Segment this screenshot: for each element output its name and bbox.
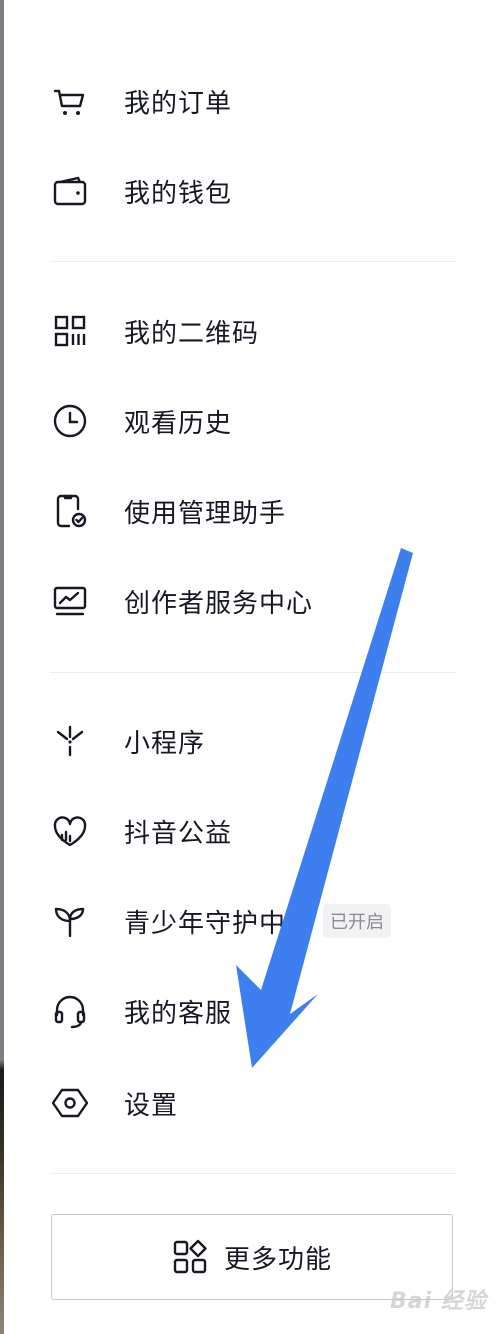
wallet-icon (52, 173, 88, 209)
menu-label-charity: 抖音公益 (124, 818, 233, 849)
menu-item-wallet[interactable]: 我的钱包 (52, 166, 432, 216)
divider (50, 1173, 456, 1174)
apps-icon (172, 1239, 208, 1275)
divider (50, 261, 456, 262)
menu-item-youth-mode[interactable]: 青少年守护中心 已开启 (52, 896, 432, 946)
menu-label-wallet: 我的钱包 (124, 178, 233, 209)
more-features-label: 更多功能 (223, 1244, 332, 1275)
menu-label-usage-assistant: 使用管理助手 (124, 498, 287, 529)
menu-label-customer-service: 我的客服 (124, 998, 233, 1029)
menu-item-customer-service[interactable]: 我的客服 (52, 986, 432, 1036)
menu-label-mini-programs: 小程序 (124, 728, 206, 759)
heart-icon (52, 813, 88, 849)
menu-label-history: 观看历史 (124, 408, 233, 439)
shopping-cart-icon (52, 83, 88, 119)
menu-item-settings[interactable]: 设置 (52, 1078, 432, 1128)
divider (50, 672, 456, 673)
menu-item-mini-programs[interactable]: 小程序 (52, 716, 432, 766)
headset-icon (52, 993, 88, 1029)
clock-icon (52, 403, 88, 439)
mini-program-icon (52, 723, 88, 759)
sprout-icon (52, 903, 88, 939)
menu-label-creator-center: 创作者服务中心 (124, 588, 314, 619)
menu-label-youth-mode: 青少年守护中心 (124, 908, 314, 939)
qrcode-icon (52, 313, 88, 349)
status-badge: 已开启 (323, 904, 392, 938)
menu-item-orders[interactable]: 我的订单 (52, 76, 432, 126)
menu-label-settings: 设置 (124, 1090, 179, 1121)
gear-icon (52, 1085, 88, 1121)
phone-check-icon (52, 493, 88, 529)
menu-item-history[interactable]: 观看历史 (52, 396, 432, 446)
monitor-chart-icon (52, 583, 88, 619)
menu-label-qrcode: 我的二维码 (124, 318, 260, 349)
menu-item-usage-assistant[interactable]: 使用管理助手 (52, 486, 432, 536)
menu-item-charity[interactable]: 抖音公益 (52, 806, 432, 856)
menu-label-orders: 我的订单 (124, 88, 233, 119)
watermark: Bai 经验 (390, 1289, 487, 1314)
menu-item-creator-center[interactable]: 创作者服务中心 (52, 576, 432, 626)
menu-item-qrcode[interactable]: 我的二维码 (52, 306, 432, 356)
background-overlay-edge (0, 0, 4, 1334)
